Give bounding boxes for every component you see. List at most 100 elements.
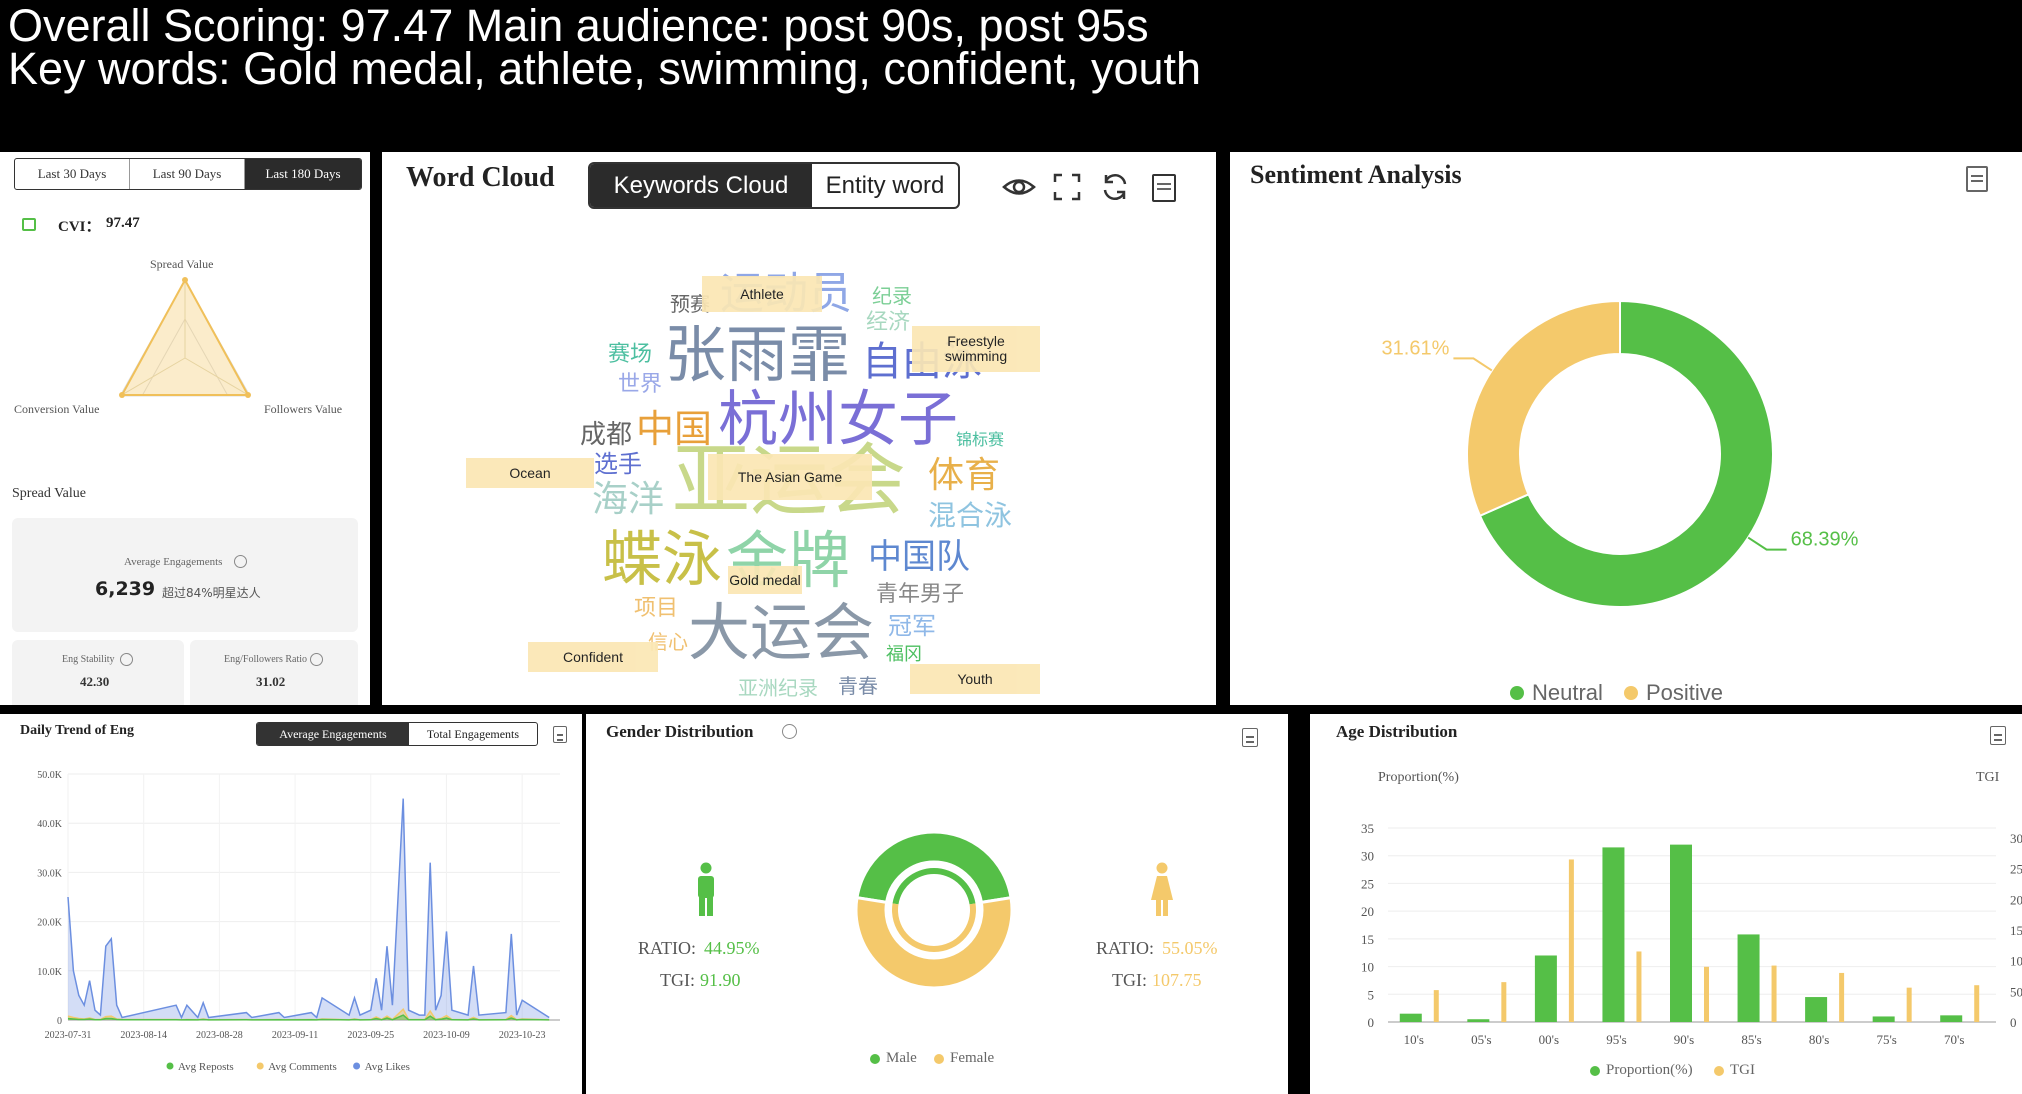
legend-proportion-label: Proportion(%) [1606, 1062, 1693, 1078]
tag-youth: Youth [910, 664, 1040, 694]
legend-male-label: Male [886, 1050, 917, 1066]
tab-last-90-days[interactable]: Last 90 Days [130, 159, 245, 189]
x-tick-label: 75's [1876, 1032, 1896, 1047]
bar-proportion-75's [1872, 1016, 1895, 1022]
cvi-panel: Last 30 Days Last 90 Days Last 180 Days … [0, 152, 370, 705]
legend-dot [166, 1062, 174, 1070]
fullscreen-icon[interactable] [1052, 172, 1082, 202]
bar-tgi-90's [1704, 966, 1709, 1022]
x-tick-label: 85's [1741, 1032, 1761, 1047]
bar-proportion-10's [1399, 1013, 1422, 1022]
legend-female-dot [934, 1054, 944, 1064]
right-tick-label: 300 [2010, 831, 2022, 846]
avg-engagements-note: 超过84%明星达人 [162, 586, 261, 600]
tag-gold-medal: Gold medal [728, 566, 802, 594]
radar-label-left: Conversion Value [14, 402, 100, 416]
word-cloud-title: Word Cloud [406, 162, 555, 193]
daily-trend-panel: Daily Trend of Eng Average Engagements T… [0, 714, 582, 1094]
right-tick-label: 50 [2010, 984, 2022, 999]
left-tick-label: 25 [1361, 876, 1374, 891]
spread-value-title: Spread Value [12, 486, 86, 501]
radar-label-right: Followers Value [264, 402, 343, 416]
word-中国队: 中国队 [868, 537, 970, 577]
bar-tgi-05's [1501, 982, 1507, 1022]
word-海洋: 海洋 [592, 479, 665, 520]
word-张雨霏: 张雨霏 [664, 318, 851, 391]
eng-followers-value: 31.02 [256, 674, 286, 689]
word-世界: 世界 [618, 372, 663, 397]
word-冠军: 冠军 [888, 612, 936, 640]
word-cloud-panel: Word Cloud Keywords Cloud Entity word 运动… [382, 152, 1216, 705]
refresh-icon[interactable] [1100, 172, 1130, 202]
x-tick-label: 2023-07-31 [45, 1030, 92, 1041]
legend-neutral-dot [1510, 686, 1524, 700]
sentiment-slice-positive [1466, 299, 1621, 518]
bar-proportion-95's [1602, 847, 1625, 1022]
word-纪录: 纪录 [872, 284, 912, 308]
age-bar-chart: 3530252015105030025020015010050010's05's… [1361, 821, 2022, 1047]
age-panel: Age Distribution Proportion(%) TGI 35 30 2… [1310, 714, 2022, 1094]
x-tick-label: 2023-08-14 [120, 1030, 167, 1041]
y-tick-label: 0 [57, 1016, 62, 1027]
right-tick-label: 100 [2010, 954, 2022, 969]
cvi-icon [22, 218, 36, 231]
left-tick-label: 10 [1361, 960, 1374, 975]
eng-stability-card: Eng Stability 42.30 [12, 640, 184, 705]
word-赛场: 赛场 [608, 342, 653, 367]
tag-freestyle-swimming: Freestyle swimming [912, 326, 1040, 372]
bar-tgi-80's [1839, 972, 1845, 1022]
info-icon[interactable] [310, 653, 323, 666]
gender-panel: Gender Distribution RATIO: 44.95% TGI: 9… [586, 714, 1288, 1094]
word-亚洲纪录: 亚洲纪录 [738, 676, 818, 700]
y-tick-label: 20.0K [37, 918, 63, 929]
info-icon[interactable] [234, 555, 247, 568]
eng-followers-card: Eng/Followers Ratio 31.02 [190, 640, 358, 705]
legend-dot [256, 1062, 264, 1070]
word-福冈: 福冈 [886, 644, 922, 665]
radar-point-followers [245, 392, 251, 398]
legend-positive-dot [1624, 686, 1638, 700]
word-混合泳: 混合泳 [928, 499, 1013, 532]
right-tick-label: 0 [2010, 1015, 2017, 1030]
eng-followers-label: Eng/Followers Ratio [224, 654, 308, 665]
bar-proportion-85's [1737, 934, 1760, 1022]
legend-male-dot [870, 1054, 880, 1064]
tab-last-180-days[interactable]: Last 180 Days [245, 159, 361, 189]
word-成都: 成都 [580, 420, 633, 450]
bar-proportion-70's [1940, 1015, 1963, 1022]
word-青春: 青春 [838, 674, 878, 698]
x-tick-label: 00's [1539, 1032, 1559, 1047]
x-tick-label: 2023-09-25 [347, 1030, 394, 1041]
y-tick-label: 40.0K [37, 819, 63, 830]
sentiment-data-label: 31.61% [1382, 337, 1450, 359]
legend-label: Avg Likes [365, 1061, 410, 1073]
x-tick-label: 80's [1809, 1032, 1829, 1047]
daily-trend-chart: 50.0K 40.0K 30.0K 20.0K 10.0K 0 2023-07-31 2023… [37, 770, 560, 1073]
sentiment-leader-line [1747, 536, 1787, 551]
avg-engagements-card: Average Engagements 6,239 超过84%明星达人 [12, 518, 358, 632]
right-tick-label: 200 [2010, 892, 2022, 907]
legend-female-label: Female [950, 1050, 995, 1066]
tab-entity-word[interactable]: Entity word [812, 164, 958, 207]
x-tick-label: 2023-08-28 [196, 1030, 243, 1041]
tab-keywords-cloud[interactable]: Keywords Cloud [590, 164, 812, 207]
x-tick-label: 95's [1606, 1032, 1626, 1047]
word-青年男子: 青年男子 [876, 582, 965, 607]
sentiment-data-label: 68.39% [1791, 529, 1859, 551]
info-icon[interactable] [120, 653, 133, 666]
tab-last-30-days[interactable]: Last 30 Days [15, 159, 130, 189]
y-tick-label: 50.0K [37, 770, 63, 781]
x-tick-label: 90's [1674, 1032, 1694, 1047]
gender-donut-chart [854, 830, 1014, 990]
left-tick-label: 20 [1361, 904, 1374, 919]
legend-positive-label: Positive [1646, 680, 1724, 705]
eye-icon[interactable] [1002, 172, 1036, 202]
eng-stability-value: 42.30 [80, 674, 110, 689]
x-tick-label: 2023-10-23 [499, 1030, 546, 1041]
tag-ocean: Ocean [466, 458, 594, 488]
export-icon[interactable] [1152, 174, 1176, 202]
word-cloud-tabs: Keywords Cloud Entity word [588, 162, 960, 209]
tag-the-asian-game: The Asian Game [708, 454, 872, 500]
gender-slice-female [854, 895, 1014, 990]
radar-point-conversion [119, 392, 125, 398]
